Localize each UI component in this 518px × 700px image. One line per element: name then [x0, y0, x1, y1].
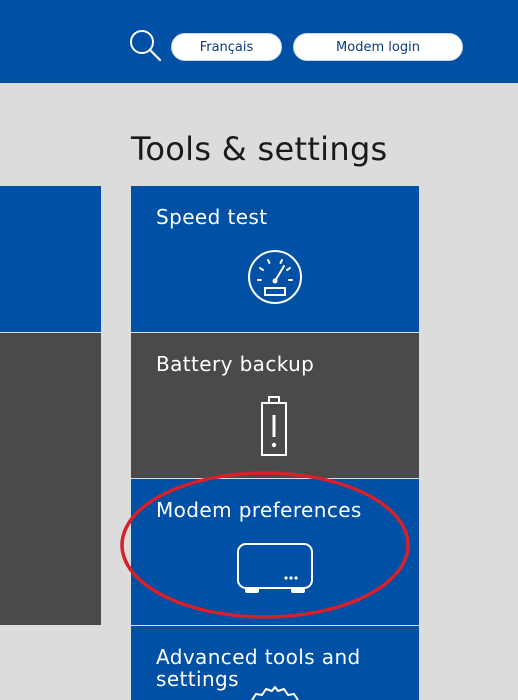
search-button[interactable] [128, 28, 162, 62]
top-header: Français Modem login [0, 0, 518, 83]
speedometer-icon [248, 250, 302, 304]
page-title: Tools & settings [131, 130, 388, 168]
search-icon [130, 30, 162, 62]
modem-icon [237, 543, 313, 593]
modem-preferences-tile[interactable]: Modem preferences [131, 479, 419, 625]
battery-backup-tile[interactable]: Battery backup [131, 333, 419, 478]
modem-preferences-label: Modem preferences [156, 498, 362, 522]
language-toggle-button[interactable]: Français [171, 33, 282, 61]
left-dark-tile[interactable] [0, 333, 101, 625]
battery-icon [261, 396, 287, 456]
left-blue-tile[interactable] [0, 186, 101, 332]
advanced-tools-label-line1: Advanced tools and [156, 645, 361, 669]
advanced-tools-label-line2: settings [156, 667, 239, 691]
modem-login-button[interactable]: Modem login [293, 33, 463, 61]
speed-test-label: Speed test [156, 205, 268, 229]
advanced-tools-tile[interactable]: Advanced tools and settings [131, 626, 419, 700]
speed-test-tile[interactable]: Speed test [131, 186, 419, 332]
battery-backup-label: Battery backup [156, 352, 315, 376]
gear-icon [251, 686, 299, 700]
